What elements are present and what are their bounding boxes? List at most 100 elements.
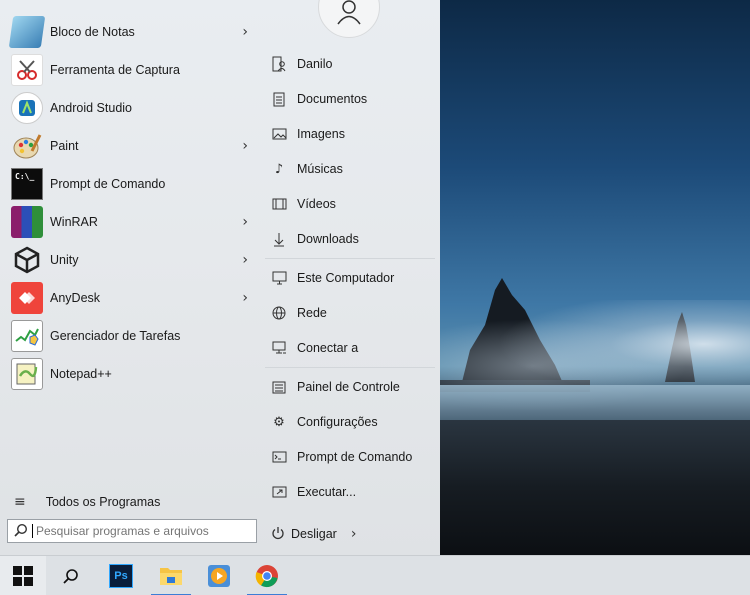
program-label: Ferramenta de Captura (50, 63, 180, 77)
place-label: Documentos (297, 92, 368, 106)
search-icon (14, 523, 28, 540)
taskbar-file-explorer[interactable] (148, 556, 194, 595)
program-unity[interactable]: Unity › (0, 241, 262, 279)
program-ferramenta-de-captura[interactable]: Ferramenta de Captura (0, 51, 262, 89)
place-label: Danilo (297, 57, 333, 71)
divider (265, 367, 435, 368)
program-label: Prompt de Comando (50, 177, 166, 191)
place-label: Vídeos (297, 197, 336, 211)
program-label: Bloco de Notas (50, 25, 135, 39)
place-conectar-a[interactable]: Conectar a (262, 333, 440, 363)
place-imagens[interactable]: Imagens (262, 119, 440, 149)
chevron-right-icon[interactable]: › (242, 214, 248, 230)
file-explorer-icon (160, 568, 182, 585)
connect-icon (270, 339, 288, 357)
download-icon (270, 230, 288, 248)
taskbar-chrome[interactable] (244, 556, 290, 595)
place-label: Imagens (297, 127, 345, 141)
snipping-tool-icon (11, 54, 43, 86)
all-programs-button[interactable]: ≡ Todos os Programas (0, 487, 262, 517)
list-icon: ≡ (14, 494, 26, 510)
search-box[interactable] (7, 519, 257, 543)
place-label: Prompt de Comando (297, 450, 413, 464)
program-label: Paint (50, 139, 79, 153)
chevron-right-icon[interactable]: › (351, 526, 357, 542)
program-gerenciador-de-tarefas[interactable]: Gerenciador de Tarefas (0, 317, 262, 355)
place-rede[interactable]: Rede (262, 298, 440, 328)
program-prompt-de-comando[interactable]: C:\_ Prompt de Comando (0, 165, 262, 203)
document-icon (270, 90, 288, 108)
start-menu: Bloco de Notas › Ferramenta de Captura A… (0, 0, 440, 555)
program-label: Android Studio (50, 101, 133, 115)
place-painel-de-controle[interactable]: Painel de Controle (262, 372, 440, 402)
place-label: Este Computador (297, 271, 395, 285)
chevron-right-icon[interactable]: › (242, 24, 248, 40)
taskbar-photoshop[interactable]: Ps (98, 556, 144, 595)
cmd-icon: C:\_ (11, 168, 43, 200)
cmd-icon (270, 448, 288, 466)
place-label: Painel de Controle (297, 380, 400, 394)
place-label: Conectar a (297, 341, 359, 355)
power-icon (271, 526, 285, 543)
taskbar-search-button[interactable] (48, 556, 94, 595)
place-musicas[interactable]: ♪ Músicas (262, 154, 440, 184)
photoshop-icon: Ps (109, 564, 133, 588)
shutdown-label: Desligar (291, 527, 337, 541)
music-note-icon: ♪ (274, 161, 284, 177)
chevron-right-icon[interactable]: › (242, 252, 248, 268)
chevron-right-icon[interactable]: › (242, 290, 248, 306)
program-paint[interactable]: Paint › (0, 127, 262, 165)
place-configuracoes[interactable]: ⚙ Configurações (262, 407, 440, 437)
program-label: AnyDesk (50, 291, 101, 305)
search-icon (63, 569, 78, 584)
windows-start-button[interactable] (0, 556, 46, 595)
program-winrar[interactable]: WinRAR › (0, 203, 262, 241)
place-executar[interactable]: Executar... (262, 477, 440, 507)
control-panel-icon (270, 378, 288, 396)
place-label: Configurações (297, 415, 378, 429)
unity-icon (11, 244, 43, 276)
all-programs-label: Todos os Programas (45, 495, 161, 509)
chevron-right-icon[interactable]: › (242, 138, 248, 154)
user-icon (337, 0, 361, 25)
notepad-plus-plus-icon (11, 358, 43, 390)
gear-icon: ⚙ (273, 414, 285, 430)
cmd-icon-text: C:\_ (15, 172, 35, 181)
program-android-studio[interactable]: Android Studio (0, 89, 262, 127)
run-icon (270, 483, 288, 501)
paint-palette-icon (11, 130, 43, 162)
task-manager-icon (11, 320, 43, 352)
video-icon (270, 195, 288, 213)
place-videos[interactable]: Vídeos (262, 189, 440, 219)
place-label: Rede (297, 306, 327, 320)
program-label: WinRAR (50, 215, 98, 229)
notepad-icon (8, 16, 46, 48)
chrome-icon (255, 565, 278, 588)
taskbar-media-player[interactable] (196, 556, 242, 595)
programs-list: Bloco de Notas › Ferramenta de Captura A… (0, 0, 262, 555)
shutdown-button[interactable]: Desligar › (271, 520, 371, 548)
user-folder-icon (270, 55, 288, 73)
program-notepad-plus-plus[interactable]: Notepad++ (0, 355, 262, 393)
anydesk-icon (11, 282, 43, 314)
text-cursor (32, 524, 33, 538)
place-label: Executar... (297, 485, 357, 499)
program-label: Notepad++ (50, 367, 112, 381)
place-downloads[interactable]: Downloads (262, 224, 440, 254)
place-documentos[interactable]: Documentos (262, 84, 440, 114)
places-list: Danilo Documentos Imagens ♪ Músicas Víde… (262, 0, 440, 555)
divider (265, 258, 435, 259)
search-input[interactable] (36, 521, 246, 541)
computer-icon (270, 269, 288, 287)
taskbar: Ps (0, 555, 750, 595)
program-label: Unity (50, 253, 79, 267)
photoshop-label: Ps (114, 570, 128, 582)
program-anydesk[interactable]: AnyDesk › (0, 279, 262, 317)
place-este-computador[interactable]: Este Computador (262, 263, 440, 293)
place-prompt-de-comando[interactable]: Prompt de Comando (262, 442, 440, 472)
place-label: Músicas (297, 162, 343, 176)
image-icon (270, 125, 288, 143)
program-bloco-de-notas[interactable]: Bloco de Notas › (0, 13, 262, 51)
place-danilo[interactable]: Danilo (262, 49, 440, 79)
media-player-icon (208, 565, 230, 587)
